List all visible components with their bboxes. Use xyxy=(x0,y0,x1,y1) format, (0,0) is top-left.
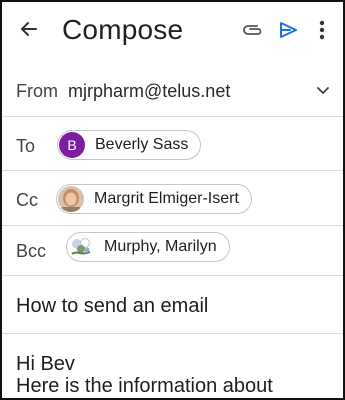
body-line: Hi Bev xyxy=(16,353,75,375)
compose-screen: Compose From mjrpharm@telus.net To B Bev… xyxy=(0,0,345,400)
to-label: To xyxy=(16,136,36,156)
divider xyxy=(2,275,343,276)
body-line: Here is the information about xyxy=(16,375,273,397)
recipient-name: Murphy, Marilyn xyxy=(104,238,217,255)
cc-label: Cc xyxy=(16,190,38,210)
more-options-button[interactable] xyxy=(316,18,328,42)
recipient-chip-to[interactable]: B Beverly Sass xyxy=(57,130,202,160)
chevron-down-icon xyxy=(317,87,329,94)
attach-button[interactable] xyxy=(241,19,265,41)
divider xyxy=(2,225,343,226)
person-photo-avatar xyxy=(58,186,84,212)
app-bar: Compose xyxy=(2,2,343,60)
from-label: From xyxy=(16,81,58,101)
divider xyxy=(2,170,343,171)
paperclip-icon xyxy=(243,25,262,35)
send-button[interactable] xyxy=(276,18,300,42)
recipient-name: Margrit Elmiger-Isert xyxy=(94,190,239,207)
divider xyxy=(2,333,343,334)
arrow-left-icon xyxy=(21,22,37,36)
divider xyxy=(2,116,343,117)
recipient-chip-cc[interactable]: Margrit Elmiger-Isert xyxy=(56,184,252,214)
bcc-label: Bcc xyxy=(16,241,47,261)
back-button[interactable] xyxy=(17,17,41,41)
more-vertical-icon xyxy=(319,20,325,40)
recipient-name: Beverly Sass xyxy=(95,136,189,153)
from-account-dropdown[interactable] xyxy=(315,83,331,99)
subject-field[interactable]: How to send an email xyxy=(16,294,208,318)
page-title: Compose xyxy=(62,14,184,45)
from-address[interactable]: mjrpharm@telus.net xyxy=(68,80,230,102)
flower-photo-avatar xyxy=(68,234,94,260)
avatar: B xyxy=(59,132,85,158)
recipient-chip-bcc[interactable]: Murphy, Marilyn xyxy=(66,232,230,262)
send-icon xyxy=(280,22,297,38)
